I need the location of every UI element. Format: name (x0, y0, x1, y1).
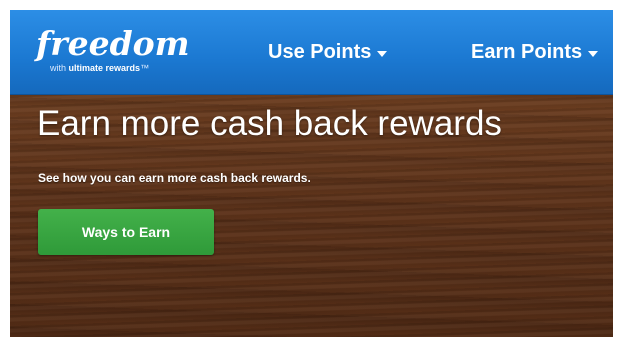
freedom-logo[interactable]: freedom with ultimate rewards™ (36, 26, 206, 76)
chevron-down-icon (377, 51, 388, 57)
hero-subtitle: See how you can earn more cash back rewa… (38, 171, 311, 185)
logo-tagline: with ultimate rewards™ (50, 63, 150, 73)
top-navigation-bar: freedom with ultimate rewards™ Use Point… (10, 10, 613, 95)
nav-earn-points-label: Earn Points (471, 40, 583, 63)
ways-to-earn-button[interactable]: Ways to Earn (38, 209, 214, 255)
hero-title: Earn more cash back rewards (37, 104, 502, 143)
nav-use-points-label: Use Points (268, 40, 372, 63)
nav-earn-points[interactable]: Earn Points (471, 10, 599, 94)
logo-wordmark: freedom (36, 24, 190, 63)
chevron-down-icon (588, 51, 599, 57)
nav-use-points[interactable]: Use Points (268, 10, 388, 94)
page-frame: freedom with ultimate rewards™ Use Point… (10, 10, 613, 337)
